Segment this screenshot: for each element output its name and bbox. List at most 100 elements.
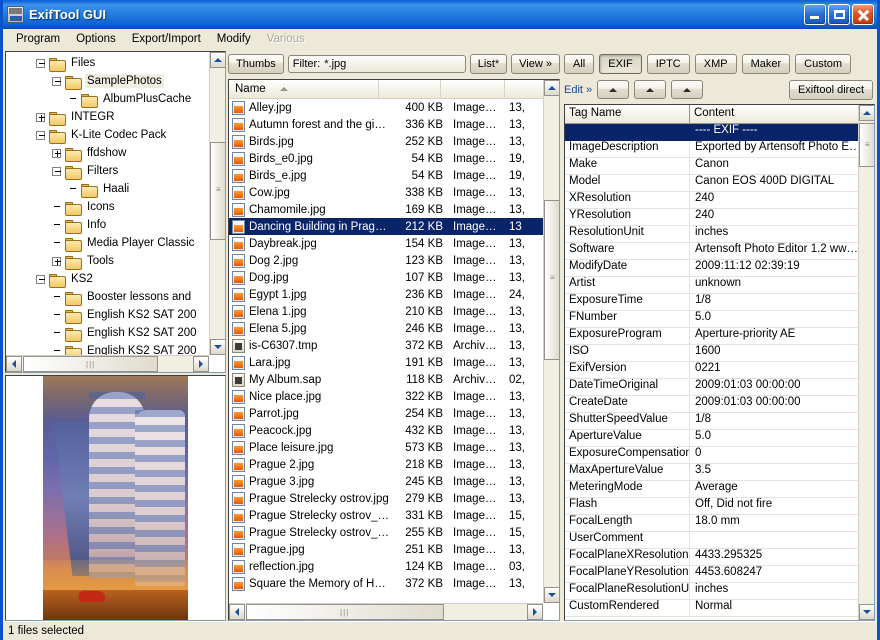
tree-scroll-left-button[interactable] — [6, 356, 22, 372]
menu-item-options[interactable]: Options — [68, 31, 124, 47]
table-row[interactable]: Chamomile.jpg 169 KB Image… 13, — [229, 201, 543, 218]
metadata-row[interactable]: ImageDescription Exported by Artensoft Ph… — [565, 141, 858, 158]
expand-icon[interactable] — [52, 256, 61, 266]
tree-node[interactable]: K-Lite Codec Pack — [6, 126, 209, 144]
file-list-vertical-scrollbar[interactable]: ≡ — [543, 80, 559, 603]
collapse-icon[interactable] — [36, 274, 45, 284]
tree-node[interactable]: Icons — [6, 198, 209, 216]
tree-horizontal-scroll-thumb[interactable]: ||| — [23, 356, 158, 372]
table-row[interactable]: Cow.jpg 338 KB Image… 13, — [229, 184, 543, 201]
table-row[interactable]: Nice place.jpg 322 KB Image… 13, — [229, 388, 543, 405]
tree-node[interactable]: Tools — [6, 252, 209, 270]
tab-exif[interactable]: EXIF — [599, 54, 642, 74]
menu-item-program[interactable]: Program — [8, 31, 68, 47]
tree-scroll-down-button[interactable] — [210, 339, 225, 355]
file-vertical-scroll-thumb[interactable]: ≡ — [544, 200, 559, 360]
tab-iptc[interactable]: IPTC — [646, 54, 690, 74]
table-row[interactable]: Square the Memory of Hero… 372 KB Image… 13… — [229, 575, 543, 592]
thumbs-button[interactable]: Thumbs — [228, 54, 284, 74]
maximize-button[interactable] — [828, 3, 850, 25]
tree-node[interactable]: Files — [6, 54, 209, 72]
metadata-row[interactable]: FNumber 5.0 — [565, 311, 858, 328]
exiftool-direct-button[interactable]: Exiftool direct — [788, 79, 873, 100]
metadata-row[interactable]: Make Canon — [565, 158, 858, 175]
metadata-row[interactable]: ExposureProgram Aperture-priority AE — [565, 328, 858, 345]
tree-node[interactable]: AlbumPlusCache — [6, 90, 209, 108]
metadata-row[interactable]: UserComment — [565, 532, 858, 549]
metadata-row[interactable]: ExifVersion 0221 — [565, 362, 858, 379]
metadata-group-header-row[interactable]: ---- EXIF ---- — [565, 124, 858, 141]
table-row[interactable]: Lara.jpg 191 KB Image… 13, — [229, 354, 543, 371]
file-horizontal-scroll-thumb[interactable]: ||| — [246, 604, 444, 620]
tree-node[interactable]: English KS2 SAT 200 — [6, 306, 209, 324]
tree-node[interactable]: English KS2 SAT 200 — [6, 324, 209, 342]
column-header-name[interactable]: Name — [229, 80, 379, 98]
metadata-row[interactable]: FocalPlaneResolutionUnit inches — [565, 583, 858, 600]
tree-scroll-right-button[interactable] — [193, 356, 209, 372]
table-row[interactable]: My Album.sap 118 KB Archiv… 02, — [229, 371, 543, 388]
collapse-icon[interactable] — [52, 76, 61, 86]
metadata-vertical-scroll-thumb[interactable]: ≡ — [859, 123, 874, 167]
table-row[interactable]: Parrot.jpg 254 KB Image… 13, — [229, 405, 543, 422]
folder-tree[interactable]: Files SamplePhotos AlbumPlusCache INTEGR K-L… — [6, 52, 209, 355]
file-scroll-right-button[interactable] — [527, 604, 543, 620]
tab-custom[interactable]: Custom — [795, 54, 852, 74]
view-button[interactable]: View » — [511, 54, 560, 74]
metadata-row[interactable]: Flash Off, Did not fire — [565, 498, 858, 515]
minimize-button[interactable] — [804, 3, 826, 25]
close-button[interactable] — [852, 3, 874, 25]
metadata-row[interactable]: ExposureTime 1/8 — [565, 294, 858, 311]
tree-node[interactable]: ffdshow — [6, 144, 209, 162]
table-row[interactable]: Elena 5.jpg 246 KB Image… 13, — [229, 320, 543, 337]
tree-node[interactable]: KS2 — [6, 270, 209, 288]
tree-node[interactable]: Haali — [6, 180, 209, 198]
metadata-row[interactable]: Model Canon EOS 400D DIGITAL — [565, 175, 858, 192]
table-row[interactable]: Dog 2.jpg 123 KB Image… 13, — [229, 252, 543, 269]
table-row[interactable]: Elena 1.jpg 210 KB Image… 13, — [229, 303, 543, 320]
tree-scroll-up-button[interactable] — [210, 52, 225, 68]
metadata-row[interactable]: ModifyDate 2009:11:12 02:39:19 — [565, 260, 858, 277]
tree-node[interactable]: Info — [6, 216, 209, 234]
metadata-scroll-down-button[interactable] — [859, 604, 874, 620]
tab-all[interactable]: All — [564, 54, 595, 74]
tab-xmp[interactable]: XMP — [694, 54, 737, 74]
tree-vertical-scrollbar[interactable]: ≡ — [209, 52, 225, 355]
table-row[interactable]: Peacock.jpg 432 KB Image… 13, — [229, 422, 543, 439]
tree-node[interactable]: Filters — [6, 162, 209, 180]
table-row[interactable]: Prague Strelecky ostrov_ed… 331 KB Image… 1… — [229, 507, 543, 524]
table-row[interactable]: reflection.jpg 124 KB Image… 03, — [229, 558, 543, 575]
metadata-row[interactable]: CustomRendered Normal — [565, 600, 858, 617]
metadata-row[interactable]: FocalLength 18.0 mm — [565, 515, 858, 532]
metadata-row[interactable]: ResolutionUnit inches — [565, 226, 858, 243]
expand-icon[interactable] — [36, 112, 45, 122]
column-header-size[interactable] — [379, 80, 441, 98]
filter-input[interactable] — [324, 58, 461, 70]
collapse-icon[interactable] — [36, 130, 45, 140]
file-scroll-down-button[interactable] — [544, 587, 559, 603]
column-header-content[interactable]: Content — [690, 105, 874, 123]
metadata-row[interactable]: XResolution 240 — [565, 192, 858, 209]
metadata-row[interactable]: FocalPlaneXResolution 4433.295325 — [565, 549, 858, 566]
metadata-row[interactable]: Artist unknown — [565, 277, 858, 294]
metadata-row[interactable]: DateTimeOriginal 2009:01:03 00:00:00 — [565, 379, 858, 396]
metadata-row[interactable]: ISO 1600 — [565, 345, 858, 362]
table-row[interactable]: Prague 2.jpg 218 KB Image… 13, — [229, 456, 543, 473]
tree-node[interactable]: English KS2 SAT 200 — [6, 342, 209, 355]
metadata-row[interactable]: CreateDate 2009:01:03 00:00:00 — [565, 396, 858, 413]
move-up-button-1[interactable] — [597, 80, 630, 99]
metadata-row[interactable]: FocalPlaneYResolution 4453.608247 — [565, 566, 858, 583]
table-row[interactable]: Birds_e.jpg 54 KB Image… 19, — [229, 167, 543, 184]
table-row[interactable]: Birds.jpg 252 KB Image… 13, — [229, 133, 543, 150]
metadata-row[interactable]: ShutterSpeedValue 1/8 — [565, 413, 858, 430]
tree-vertical-scroll-thumb[interactable]: ≡ — [210, 142, 225, 240]
metadata-grid-body[interactable]: ---- EXIF ---- ImageDescription Exported b… — [565, 124, 858, 620]
metadata-vertical-scrollbar[interactable]: ≡ — [858, 105, 874, 620]
metadata-row[interactable]: Software Artensoft Photo Editor 1.2 ww… — [565, 243, 858, 260]
file-list-horizontal-scrollbar[interactable]: ||| — [229, 603, 543, 620]
metadata-row[interactable]: MaxApertureValue 3.5 — [565, 464, 858, 481]
column-header-tag-name[interactable]: Tag Name — [565, 105, 690, 123]
table-row[interactable]: Autumn forest and the girl.jpg 336 KB Imag… — [229, 116, 543, 133]
table-row[interactable]: is-C6307.tmp 372 KB Archiv… 13, — [229, 337, 543, 354]
table-row[interactable]: Prague.jpg 251 KB Image… 13, — [229, 541, 543, 558]
file-scroll-up-button[interactable] — [544, 80, 559, 96]
